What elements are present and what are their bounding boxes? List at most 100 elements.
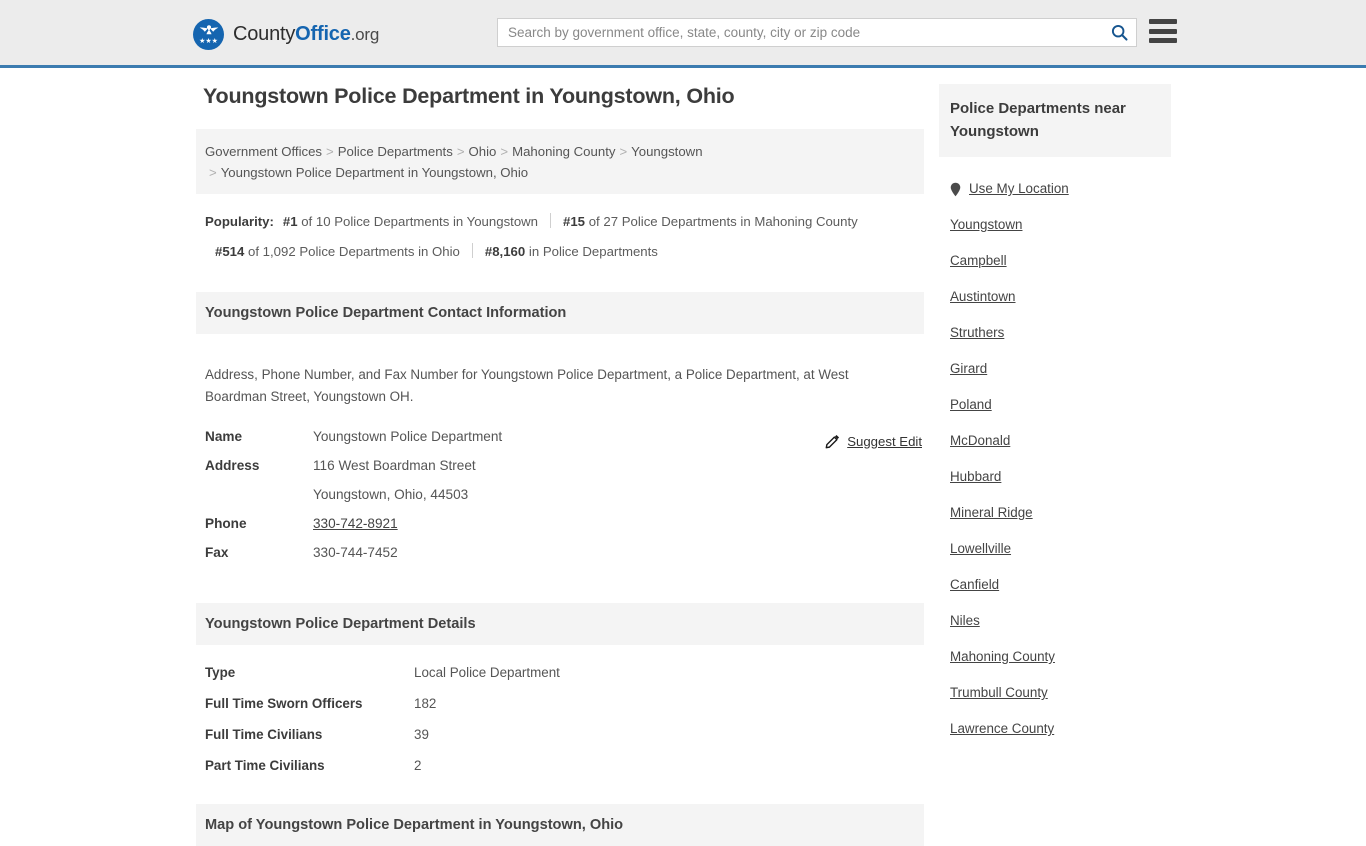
popularity-divider <box>550 213 552 228</box>
sidebar-item-mcdonald[interactable]: McDonald <box>939 423 1171 459</box>
site-header: ★★★ CountyOffice.org <box>0 0 1366 68</box>
sidebar-item-mineral-ridge[interactable]: Mineral Ridge <box>939 495 1171 531</box>
sidebar-item-label: Campbell <box>950 253 1007 268</box>
list-item: Mineral Ridge <box>939 495 1171 531</box>
breadcrumb-separator: > <box>500 144 509 159</box>
list-item: Lawrence County <box>939 711 1171 747</box>
page-title: Youngstown Police Department in Youngsto… <box>203 84 735 108</box>
sidebar-item-youngstown[interactable]: Youngstown <box>939 207 1171 243</box>
breadcrumb-item-0[interactable]: Government Offices <box>205 144 322 159</box>
details-key-type: Type <box>205 664 236 680</box>
list-item: Trumbull County <box>939 675 1171 711</box>
contact-value-address-line1: 116 West Boardman Street <box>313 457 476 473</box>
list-item: Use My Location <box>939 171 1171 207</box>
map-section-heading: Map of Youngstown Police Department in Y… <box>196 803 924 846</box>
contact-info-table: Name Youngstown Police Department Addres… <box>196 422 924 567</box>
sidebar-item-struthers[interactable]: Struthers <box>939 315 1171 351</box>
sidebar-item-campbell[interactable]: Campbell <box>939 243 1171 279</box>
list-item: Niles <box>939 603 1171 639</box>
popularity-item-2: #514 of 1,092 Police Departments in Ohio <box>215 244 460 259</box>
sidebar-item-austintown[interactable]: Austintown <box>939 279 1171 315</box>
breadcrumb-item-2[interactable]: Ohio <box>469 144 497 159</box>
breadcrumb-item-1[interactable]: Police Departments <box>338 144 453 159</box>
sidebar-item-label: Hubbard <box>950 469 1002 484</box>
list-item: Youngstown <box>939 207 1171 243</box>
sidebar: Police Departments near Youngstown Use M… <box>939 84 1171 747</box>
popularity-item-3: #8,160 in Police Departments <box>485 244 658 259</box>
sidebar-item-label: Trumbull County <box>950 685 1048 700</box>
details-value-sworn-officers: 182 <box>414 695 437 711</box>
breadcrumb-separator: > <box>326 144 334 159</box>
search-input[interactable] <box>498 19 1102 46</box>
table-row: Full Time Civilians 39 <box>196 719 924 750</box>
breadcrumb-item-4[interactable]: Youngstown <box>631 144 702 159</box>
sidebar-item-girard[interactable]: Girard <box>939 351 1171 387</box>
table-row: Phone 330-742-8921 <box>196 509 924 538</box>
breadcrumb-separator: > <box>209 165 217 180</box>
list-item: Austintown <box>939 279 1171 315</box>
contact-section-heading: Youngstown Police Department Contact Inf… <box>196 292 924 334</box>
list-item: Hubbard <box>939 459 1171 495</box>
suggest-edit-label: Suggest Edit <box>847 433 922 449</box>
sidebar-item-trumbull-county[interactable]: Trumbull County <box>939 675 1171 711</box>
popularity-rank-0: #1 <box>282 214 298 229</box>
popularity-text-2: of 1,092 Police Departments in Ohio <box>248 244 460 259</box>
hamburger-bar-3 <box>1149 38 1177 43</box>
hamburger-menu-button[interactable] <box>1149 19 1177 43</box>
breadcrumb-current: Youngstown Police Department in Youngsto… <box>220 165 529 180</box>
use-my-location-link[interactable]: Use My Location <box>939 171 1171 207</box>
three-stars-icon: ★★★ <box>199 38 218 45</box>
breadcrumb-item-3[interactable]: Mahoning County <box>512 144 615 159</box>
sidebar-item-label: Lawrence County <box>950 721 1055 736</box>
sidebar-item-label: Mineral Ridge <box>950 505 1033 520</box>
sidebar-item-label: Struthers <box>950 325 1005 340</box>
brand-wordmark: CountyOffice.org <box>233 23 379 46</box>
table-row: Address 116 West Boardman Street <box>196 451 924 480</box>
sidebar-item-lowellville[interactable]: Lowellville <box>939 531 1171 567</box>
sidebar-item-label: Austintown <box>950 289 1016 304</box>
details-section-heading: Youngstown Police Department Details <box>196 602 924 645</box>
site-logo-link[interactable]: ★★★ CountyOffice.org <box>193 19 379 50</box>
sidebar-item-hubbard[interactable]: Hubbard <box>939 459 1171 495</box>
brand-part-org: .org <box>350 25 380 44</box>
sidebar-item-poland[interactable]: Poland <box>939 387 1171 423</box>
popularity-item-0: #1 of 10 Police Departments in Youngstow… <box>283 214 538 229</box>
sidebar-item-lawrence-county[interactable]: Lawrence County <box>939 711 1171 747</box>
details-value-part-time-civilians: 2 <box>414 757 422 773</box>
details-key-part-time-civilians: Part Time Civilians <box>205 757 325 773</box>
table-row: Youngstown, Ohio, 44503 <box>196 480 924 509</box>
list-item: McDonald <box>939 423 1171 459</box>
suggest-edit-button[interactable]: Suggest Edit <box>825 434 922 449</box>
popularity-text-0: of 10 Police Departments in Youngstown <box>301 214 539 229</box>
list-item: Mahoning County <box>939 639 1171 675</box>
use-my-location-label: Use My Location <box>969 181 1069 196</box>
list-item: Lowellville <box>939 531 1171 567</box>
table-row: Full Time Sworn Officers 182 <box>196 688 924 719</box>
breadcrumb-separator: > <box>619 144 628 159</box>
details-table: Type Local Police Department Full Time S… <box>196 657 924 781</box>
sidebar-item-mahoning-county[interactable]: Mahoning County <box>939 639 1171 675</box>
table-row: Part Time Civilians 2 <box>196 750 924 781</box>
breadcrumb: Government Offices > Police Departments > Oh… <box>196 129 924 194</box>
sidebar-item-label: Poland <box>950 397 992 412</box>
popularity-rank-1: #15 <box>563 214 586 229</box>
phone-link[interactable]: 330-742-8921 <box>313 516 398 531</box>
table-row: Name Youngstown Police Department <box>196 422 924 451</box>
sidebar-item-label: Girard <box>950 361 988 376</box>
search-icon <box>1111 24 1128 41</box>
popularity-text-1: of 27 Police Departments in Mahoning Cou… <box>588 214 858 229</box>
sidebar-item-canfield[interactable]: Canfield <box>939 567 1171 603</box>
breadcrumb-separator: > <box>456 144 465 159</box>
sidebar-item-label: McDonald <box>950 433 1011 448</box>
table-row: Type Local Police Department <box>196 657 924 688</box>
brand-part-county: County <box>233 23 296 45</box>
sidebar-heading: Police Departments near Youngstown <box>939 84 1171 157</box>
sidebar-item-label: Youngstown <box>950 217 1023 232</box>
details-key-full-time-civilians: Full Time Civilians <box>205 726 323 742</box>
popularity-label: Popularity: <box>205 214 274 229</box>
search-bar <box>497 18 1137 47</box>
pencil-edit-icon <box>825 434 840 449</box>
list-item: Campbell <box>939 243 1171 279</box>
sidebar-item-niles[interactable]: Niles <box>939 603 1171 639</box>
search-button[interactable] <box>1102 19 1136 46</box>
